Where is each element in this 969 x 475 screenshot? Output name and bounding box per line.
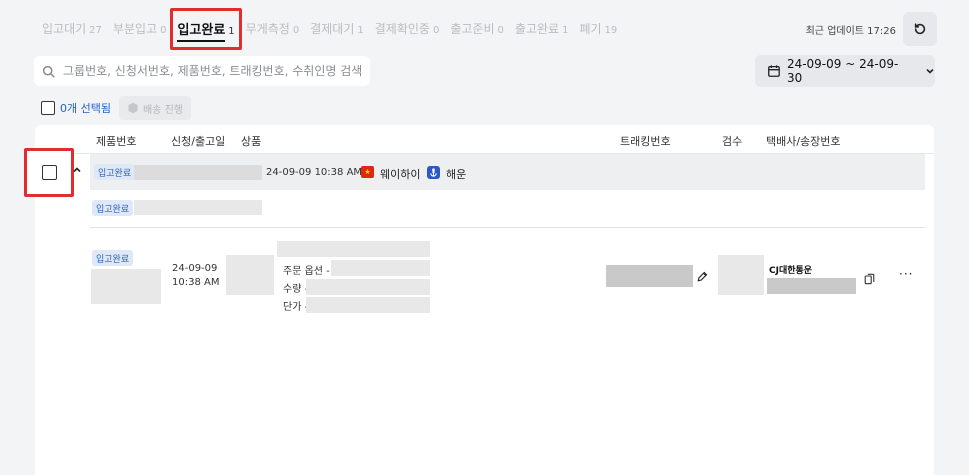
col-carrier: 택배사/송장번호 — [766, 135, 841, 148]
ship-batch-label: 배송 진행 — [142, 104, 183, 116]
tab-count: 0 — [497, 24, 504, 36]
date-range-button[interactable]: 24-09-09 ~ 24-09-30 — [755, 55, 935, 87]
selected-count-label: 0개 선택됨 — [60, 102, 111, 115]
select-all-checkbox[interactable] — [41, 101, 55, 115]
qty-value-redacted — [306, 279, 430, 295]
tab-count: 27 — [89, 24, 102, 36]
search-box — [34, 56, 370, 86]
qty-label: 수량 - — [283, 284, 309, 295]
tab-count: 0 — [292, 24, 300, 36]
col-product-no: 제품번호 — [96, 135, 137, 148]
tab-partial[interactable]: 부분입고 0 — [113, 20, 167, 37]
request-number-redacted — [134, 200, 262, 215]
group-number-redacted — [134, 165, 262, 180]
copy-icon[interactable] — [864, 270, 875, 289]
tab-payment-checking[interactable]: 결제확인중 0 — [375, 20, 440, 37]
status-badge: 입고완료 — [92, 250, 134, 266]
shipping-method-label: 해운 — [446, 168, 467, 181]
product-number-redacted — [91, 269, 161, 304]
tab-count: 0 — [160, 24, 167, 36]
refresh-button[interactable] — [903, 12, 937, 46]
selection-bar: 0개 선택됨 배송 진행 — [41, 96, 191, 120]
box-icon — [128, 102, 138, 114]
tab-count: 1 — [357, 24, 364, 36]
col-request-date: 신청/출고일 — [171, 135, 226, 148]
group-row-checkbox[interactable] — [41, 165, 57, 180]
tab-count: 19 — [604, 24, 618, 36]
tab-label: 폐기 — [579, 21, 602, 36]
last-update-text: 최근 업데이트 17:26 — [805, 26, 896, 37]
highlight-box-tab — [170, 8, 242, 50]
tab-label: 출고준비 — [450, 21, 495, 36]
item-time: 10:38 AM — [172, 277, 220, 288]
tab-label: 입고대기 — [42, 21, 87, 36]
highlight-box-checkbox — [24, 148, 74, 197]
invoice-number-redacted — [767, 278, 856, 294]
price-label: 단가 - — [283, 302, 309, 313]
tab-shipped[interactable]: 출고완료 1 — [515, 20, 569, 37]
col-inspection: 검수 — [722, 135, 743, 148]
edit-pencil-icon[interactable] — [696, 268, 708, 287]
search-icon — [42, 65, 55, 78]
refresh-icon — [914, 23, 926, 35]
collapse-chevron-icon[interactable] — [72, 165, 82, 178]
product-thumbnail — [226, 255, 274, 295]
more-options-icon[interactable]: ··· — [899, 267, 913, 281]
col-tracking: 트래킹번호 — [620, 135, 671, 148]
tab-label: 무게측정 — [245, 21, 290, 36]
row-divider — [90, 227, 925, 228]
ship-batch-button[interactable]: 배송 진행 — [118, 96, 191, 120]
origin-label: 웨이하이 — [380, 168, 421, 181]
chevron-down-icon — [926, 68, 934, 74]
date-range-text: 24-09-09 ~ 24-09-30 — [786, 57, 899, 85]
option-value-redacted — [331, 260, 430, 276]
product-name-redacted — [277, 241, 430, 257]
tab-weighing[interactable]: 무게측정 0 — [246, 20, 300, 37]
tab-count: 1 — [562, 24, 569, 36]
tracking-number-redacted — [606, 265, 693, 287]
tab-disposed[interactable]: 폐기 19 — [579, 20, 617, 37]
tab-ship-ready[interactable]: 출고준비 0 — [450, 20, 504, 37]
carrier-name: CJ대한통운 — [769, 266, 813, 276]
search-input[interactable] — [63, 64, 363, 78]
price-value-redacted — [306, 297, 430, 313]
status-badge: 입고완료 — [92, 200, 134, 216]
item-date: 24-09-09 — [172, 263, 218, 274]
tab-label: 결제확인중 — [374, 21, 430, 36]
tab-waiting[interactable]: 입고대기 27 — [42, 20, 102, 37]
status-badge: 입고완료 — [94, 164, 136, 180]
status-tabs: 입고대기 27 부분입고 0 입고완료 1 무게측정 0 결제대기 1 결제확인중 0 출고… — [42, 0, 628, 56]
china-flag-icon: ★ — [361, 166, 374, 178]
tab-label: 출고완료 — [514, 21, 560, 36]
tab-payment-waiting[interactable]: 결제대기 1 — [310, 20, 364, 37]
option-label: 주문 옵션 - — [283, 266, 330, 277]
group-datetime: 24-09-09 10:38 AM — [266, 167, 363, 178]
col-product: 상품 — [241, 135, 262, 148]
tab-label: 부분입고 — [112, 21, 158, 36]
calendar-icon — [768, 65, 780, 77]
tab-label: 결제대기 — [310, 21, 355, 36]
inspection-image — [718, 255, 764, 295]
tab-count: 0 — [432, 24, 440, 36]
anchor-icon — [427, 166, 440, 179]
